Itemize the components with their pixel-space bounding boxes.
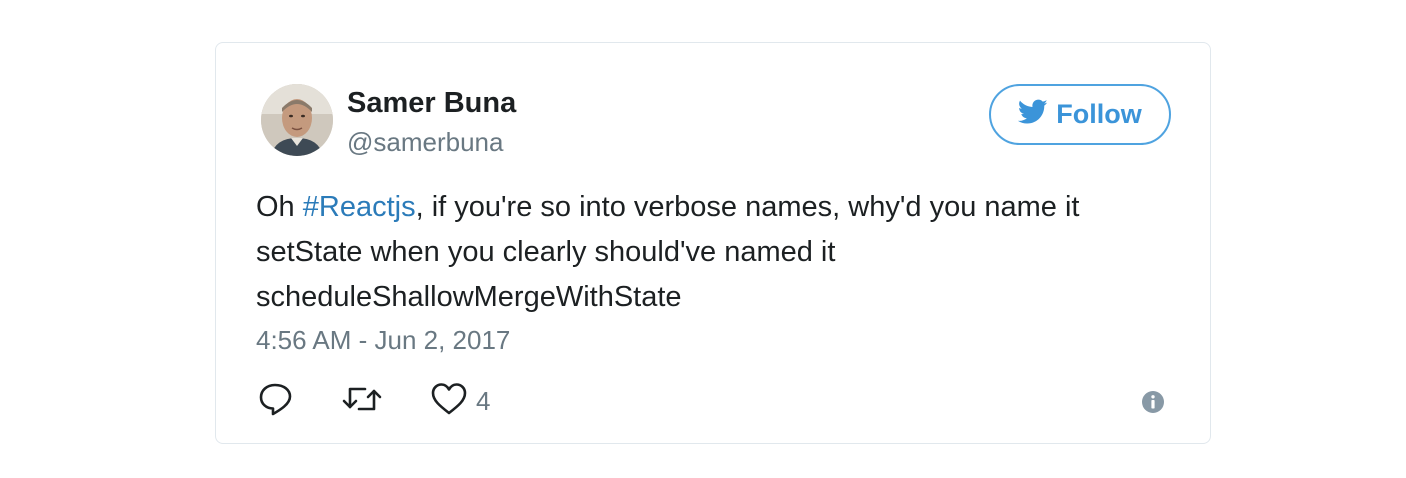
twitter-bird-icon	[1018, 99, 1048, 130]
tweet-text: Oh #Reactjs, if you're so into verbose n…	[256, 185, 1176, 320]
follow-label: Follow	[1056, 99, 1142, 129]
tweet-text-line-1: Oh #Reactjs, if you're so into verbose n…	[256, 185, 1176, 230]
reply-icon	[258, 381, 294, 422]
tweet-text-segment: Oh	[256, 191, 303, 223]
retweet-icon	[341, 381, 383, 422]
avatar-image	[261, 84, 333, 156]
tweet-text-line-2: setState when you clearly should've name…	[256, 236, 836, 268]
tweet-text-line-3: scheduleShallowMergeWithState	[256, 281, 682, 313]
like-count: 4	[476, 386, 491, 416]
hashtag-link[interactable]: #Reactjs	[303, 191, 416, 223]
tweet-card: Samer Buna @samerbuna Follow Oh #Reactjs…	[215, 42, 1211, 444]
heart-icon	[430, 381, 468, 422]
like-button[interactable]: 4	[430, 381, 490, 422]
info-icon[interactable]	[1141, 390, 1165, 419]
retweet-button[interactable]	[341, 381, 383, 422]
user-handle[interactable]: @samerbuna	[347, 127, 503, 158]
avatar[interactable]	[261, 84, 333, 156]
reply-button[interactable]	[258, 381, 294, 422]
follow-button[interactable]: Follow	[989, 84, 1171, 145]
user-name[interactable]: Samer Buna	[347, 87, 516, 120]
tweet-timestamp[interactable]: 4:56 AM - Jun 2, 2017	[256, 325, 510, 356]
tweet-text-segment: , if you're so into verbose names, why'd…	[415, 191, 1080, 223]
